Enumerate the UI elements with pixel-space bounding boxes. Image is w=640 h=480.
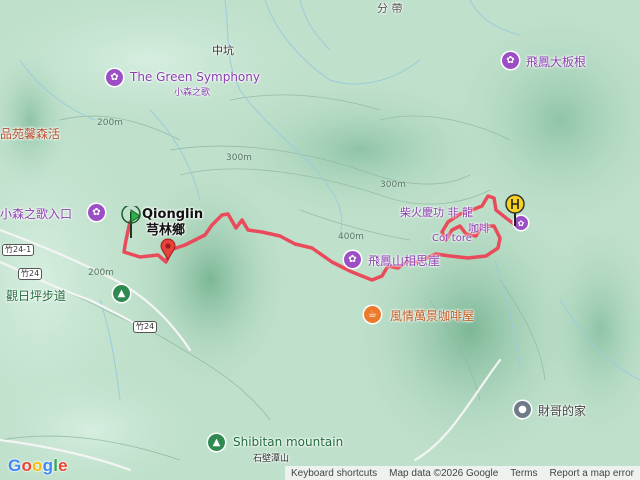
logo-part: o [21, 456, 33, 475]
poi-pinyuan[interactable]: 品苑馨森活 [0, 125, 60, 142]
keyboard-shortcuts-link[interactable]: Keyboard shortcuts [285, 468, 383, 479]
terms-link[interactable]: Terms [504, 468, 543, 479]
logo-part: e [58, 456, 68, 475]
poi-shibitan-zh: 石壁潭山 [253, 454, 290, 464]
logo-part: g [42, 456, 54, 475]
poi-cafe-cluster-c[interactable]: 咖啡 [468, 220, 490, 236]
poi-feifeng-xiangsi[interactable]: 飛鳳山相思崖 [368, 252, 440, 269]
poi-guanri-trail[interactable]: 觀日坪步道 [6, 287, 66, 304]
poi-shibitan-en[interactable]: Shibitan mountain [233, 435, 343, 449]
start-flag-icon[interactable] [120, 206, 142, 240]
map-footer: Keyboard shortcuts Map data ©2026 Google… [284, 466, 640, 480]
google-logo: Google [8, 456, 68, 476]
attraction-icon[interactable]: ✿ [502, 52, 519, 69]
poi-cafe-cluster-b[interactable]: Cof tore [432, 233, 472, 244]
town-label-en[interactable]: Qionglin [142, 208, 203, 221]
place-pin-icon[interactable]: ● [514, 401, 531, 418]
map-data-attribution: Map data ©2026 Google [389, 467, 499, 479]
report-error-link[interactable]: Report a map error [544, 468, 640, 479]
poi-xiaosen-entrance[interactable]: 小森之歌入口 [0, 205, 72, 222]
place-label-zhongkeng[interactable]: 中坑 [212, 42, 234, 58]
hiking-icon[interactable]: ▲ [208, 434, 225, 451]
poi-green-symphony-sub: 小森之歌 [174, 88, 211, 98]
poi-cafe-cluster-a[interactable]: 柴火慶功 非 龍 [400, 204, 473, 220]
map-view[interactable]: 200m 200m 300m 300m 400m 竹24-1 竹24 竹24 分… [0, 0, 640, 480]
logo-part: o [32, 456, 43, 475]
cafe-icon[interactable]: ☕ [364, 306, 381, 323]
attraction-icon[interactable]: ✿ [106, 69, 123, 86]
location-pin-icon[interactable] [160, 238, 176, 262]
town-label-zh[interactable]: 芎林鄉 [146, 224, 185, 237]
end-marker-icon[interactable] [504, 194, 526, 228]
attraction-icon[interactable]: ✿ [344, 251, 361, 268]
hiking-icon[interactable]: ▲ [113, 285, 130, 302]
logo-part: G [8, 456, 22, 475]
poi-fengqing-cafe[interactable]: 風情萬景咖啡屋 [390, 307, 474, 324]
attraction-icon[interactable]: ✿ [88, 204, 105, 221]
poi-feifeng-mountain[interactable]: 飛鳳大板根 [526, 53, 586, 70]
poi-green-symphony[interactable]: The Green Symphony [130, 70, 260, 84]
place-label-top: 分 帶 [377, 2, 403, 15]
poi-caige-home[interactable]: 財哥的家 [538, 402, 586, 419]
